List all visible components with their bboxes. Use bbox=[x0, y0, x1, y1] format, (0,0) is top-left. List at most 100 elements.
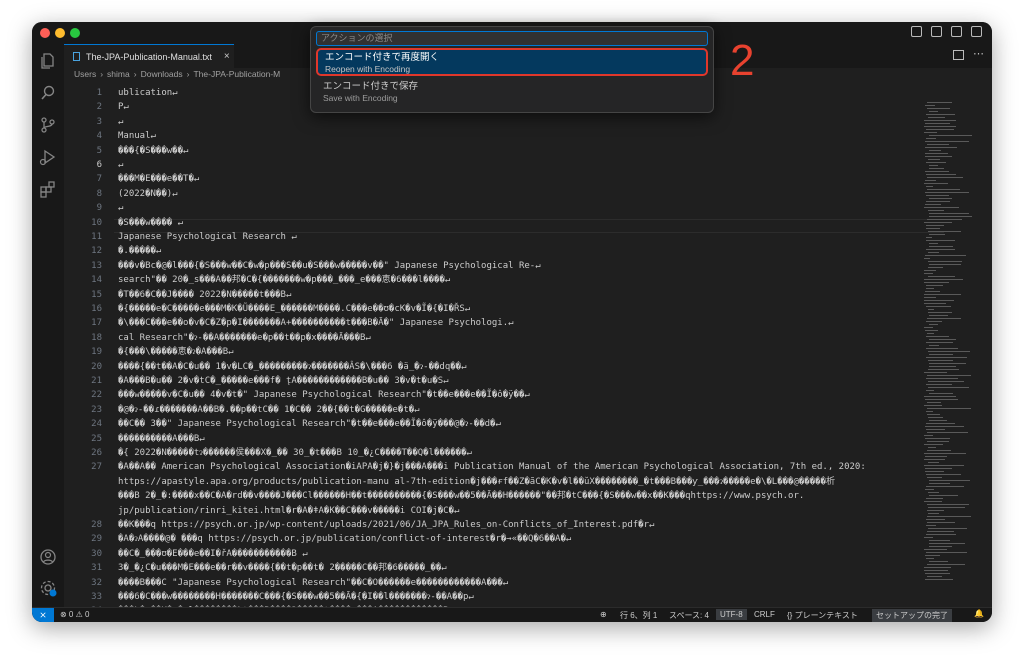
minimap-line bbox=[929, 345, 939, 346]
toggle-secondary-sidebar-icon[interactable] bbox=[971, 26, 982, 37]
code-line[interactable]: 30 ��C�_���ʊ�E���e��I�řA�����������B ↵ bbox=[64, 547, 944, 561]
minimap-line bbox=[924, 537, 933, 538]
code-line[interactable]: 14 search"�� 20�_s���A��邦�C�{�������w�p��… bbox=[64, 273, 944, 287]
line-number: 33 bbox=[91, 592, 102, 602]
code-line[interactable]: 18 cal Research"�ɂ-��A�������e�p��t��p�x�… bbox=[64, 331, 944, 345]
item-title: エンコード付きで保存 bbox=[323, 81, 419, 92]
minimap-line bbox=[927, 504, 969, 505]
minimap-line bbox=[926, 378, 958, 379]
code-line[interactable]: 23 �@�ɂ-��ɾ�������A��B�.��p��tC�� 1�C�� 2… bbox=[64, 403, 944, 417]
code-line[interactable]: 8 (2022�N��)↵ bbox=[64, 187, 944, 201]
close-window-button[interactable] bbox=[40, 28, 50, 38]
manage-gear-icon[interactable] bbox=[39, 579, 57, 597]
code-line[interactable]: 21 �A���B�u�� 2�v�tC�_�����e���f� ̨tA����… bbox=[64, 374, 944, 388]
code-line[interactable]: 6 ↵ bbox=[64, 158, 944, 172]
code-line[interactable]: 28 ��K���q https://psych.or.jp/wp-content… bbox=[64, 518, 944, 532]
save-with-encoding-item[interactable]: エンコード付きで保存 Save with Encoding bbox=[316, 79, 708, 107]
toggle-panel-icon[interactable] bbox=[951, 26, 962, 37]
code-line[interactable]: 19 �{���\�����恵�ɂ�A���B↵ bbox=[64, 345, 944, 359]
search-icon[interactable] bbox=[39, 84, 57, 102]
code-line[interactable]: 25 ����������A���B↵ bbox=[64, 432, 944, 446]
close-tab-icon[interactable]: × bbox=[224, 51, 230, 62]
problems-indicator[interactable]: ⊗ 0 ⚠ 0 bbox=[60, 610, 89, 619]
code-line[interactable]: 13 ���v�Bc�@�l���{�S���w��C�w�p���S��u�S�… bbox=[64, 259, 944, 273]
line-ending-setting[interactable]: CRLF bbox=[754, 610, 775, 619]
minimap-line bbox=[924, 279, 963, 280]
minimap-line bbox=[926, 129, 954, 130]
encoding-setting[interactable]: UTF-8 bbox=[716, 609, 747, 620]
minimap-line bbox=[926, 114, 955, 115]
code-line[interactable]: 22 ���w�����v�C�u�� 4�v�t�" Japanese Psyc… bbox=[64, 388, 944, 402]
minimap-line bbox=[929, 234, 945, 235]
setup-complete-button[interactable]: セットアップの完了 bbox=[872, 609, 952, 622]
line-text: (2022�N��)↵ bbox=[118, 188, 178, 199]
code-line[interactable]: 4 Manual↵ bbox=[64, 129, 944, 143]
indentation-setting[interactable]: スペース: 4 bbox=[669, 610, 709, 621]
minimap-line bbox=[927, 477, 942, 478]
layout-controls bbox=[911, 26, 982, 37]
cursor-position[interactable]: 行 6、列 1 bbox=[620, 610, 657, 621]
toggle-primary-sidebar-icon[interactable] bbox=[931, 26, 942, 37]
code-line[interactable]: 20 ����{��t��A�C�u�� 1�v�LC�_���������ɂ��… bbox=[64, 360, 944, 374]
run-debug-icon[interactable] bbox=[39, 148, 57, 166]
explorer-icon[interactable] bbox=[39, 52, 57, 70]
line-number: 12 bbox=[91, 246, 102, 257]
language-mode[interactable]: {} プレーンテキスト bbox=[787, 610, 858, 621]
code-line[interactable]: 26 �{ 2022�N�����tɂ������侯���X�_�� 30_�t�… bbox=[64, 446, 944, 460]
code-line[interactable]: 5 ���{�S���w��↵ bbox=[64, 144, 944, 158]
line-text: Manual↵ bbox=[118, 131, 156, 142]
line-number: 21 bbox=[91, 376, 102, 386]
accounts-icon[interactable] bbox=[39, 548, 57, 566]
breadcrumb-file[interactable]: The-JPA-Publication-M bbox=[193, 69, 280, 79]
code-line[interactable]: 29 �A�ɂA����@� ���q https://psych.or.jp/p… bbox=[64, 532, 944, 546]
code-line[interactable]: jp/publication/rinri_kitei.html�r�A�ǂA�K… bbox=[64, 504, 944, 518]
line-text: ���B 2�_�:����x��C�A�rd��v����J���Cl����… bbox=[118, 491, 805, 502]
reopen-with-encoding-item[interactable]: エンコード付きで再度開く Reopen with Encoding bbox=[316, 48, 708, 76]
extensions-icon[interactable] bbox=[39, 180, 57, 198]
notifications-bell-icon[interactable]: 🔔 bbox=[974, 609, 984, 618]
zoom-icon[interactable]: ⊕ bbox=[600, 610, 607, 619]
minimap-line bbox=[924, 444, 943, 445]
item-subtitle: Reopen with Encoding bbox=[325, 64, 411, 74]
minimap-line bbox=[928, 462, 939, 463]
minimap-line bbox=[925, 573, 950, 574]
line-number: 31 bbox=[91, 563, 102, 574]
line-text: �A��A�� American Psychological Associati… bbox=[118, 462, 866, 473]
code-line[interactable]: 7 ���M�E���e��T�↵ bbox=[64, 172, 944, 186]
code-line[interactable]: ���B 2�_�:����x��C�A�rd��v����J���Cl����… bbox=[64, 489, 944, 503]
minimap-line bbox=[927, 177, 963, 178]
code-line[interactable]: https://apastyle.apa.org/products/public… bbox=[64, 475, 944, 489]
source-control-icon[interactable] bbox=[39, 116, 57, 134]
code-line[interactable]: 9 ↵ bbox=[64, 201, 944, 215]
line-number: 19 bbox=[91, 347, 102, 358]
minimap-line bbox=[929, 264, 961, 265]
code-line[interactable]: 32 ����B���C "Japanese Psychological Rese… bbox=[64, 576, 944, 590]
command-palette-input[interactable]: アクションの選択 bbox=[316, 31, 708, 46]
text-editor[interactable]: 1 ublication↵ 2 P↵ 3 ↵ 4 Manual↵ 5 ���{�S���w��↵ 6… bbox=[64, 82, 944, 607]
minimize-window-button[interactable] bbox=[55, 28, 65, 38]
minimap-line bbox=[927, 510, 944, 511]
code-line[interactable]: 33 ���6�C���w��������H�������C���{�S���w�… bbox=[64, 590, 944, 604]
remote-indicator[interactable]: ⨯ bbox=[32, 608, 54, 622]
breadcrumb-shima[interactable]: shima bbox=[107, 69, 130, 79]
code-line[interactable]: 27 �A��A�� American Psychological Associa… bbox=[64, 460, 944, 474]
code-line[interactable]: 17 �\���C���e��o�v�C�Z�p�I�������A+������… bbox=[64, 316, 944, 330]
tab-jpa-manual[interactable]: The-JPA-Publication-Manual.txt × bbox=[64, 44, 234, 68]
split-editor-icon[interactable] bbox=[953, 50, 964, 60]
code-line[interactable]: 12 �.�����↵ bbox=[64, 244, 944, 258]
line-text: �{ 2022�N�����tɂ������侯���X�_�� 30_�t���… bbox=[118, 448, 472, 458]
more-actions-icon[interactable]: ⋯ bbox=[973, 47, 984, 60]
code-line[interactable]: 16 �{�����e�C�����e���M�K�Ũ����E_������M�… bbox=[64, 302, 944, 316]
code-line[interactable]: 24 ��C�� 3��" Japanese Psychological Rese… bbox=[64, 417, 944, 431]
breadcrumb-users[interactable]: Users bbox=[74, 69, 96, 79]
code-line[interactable]: 3 ↵ bbox=[64, 115, 944, 129]
minimap-line bbox=[929, 546, 952, 547]
zoom-window-button[interactable] bbox=[70, 28, 80, 38]
code-line[interactable]: 31 3�_�¿C�u���M�E���e��r��v����{��t�p��t�… bbox=[64, 561, 944, 575]
minimap[interactable] bbox=[924, 82, 986, 607]
code-line[interactable]: 10 �S���w���� ↵ bbox=[64, 216, 944, 230]
breadcrumb-downloads[interactable]: Downloads bbox=[141, 69, 183, 79]
code-line[interactable]: 11 Japanese Psychological Research ↵ bbox=[64, 230, 944, 244]
code-line[interactable]: 15 �T��6�C��J���� 2022�N�����t���B↵ bbox=[64, 288, 944, 302]
customize-layout-icon[interactable] bbox=[911, 26, 922, 37]
